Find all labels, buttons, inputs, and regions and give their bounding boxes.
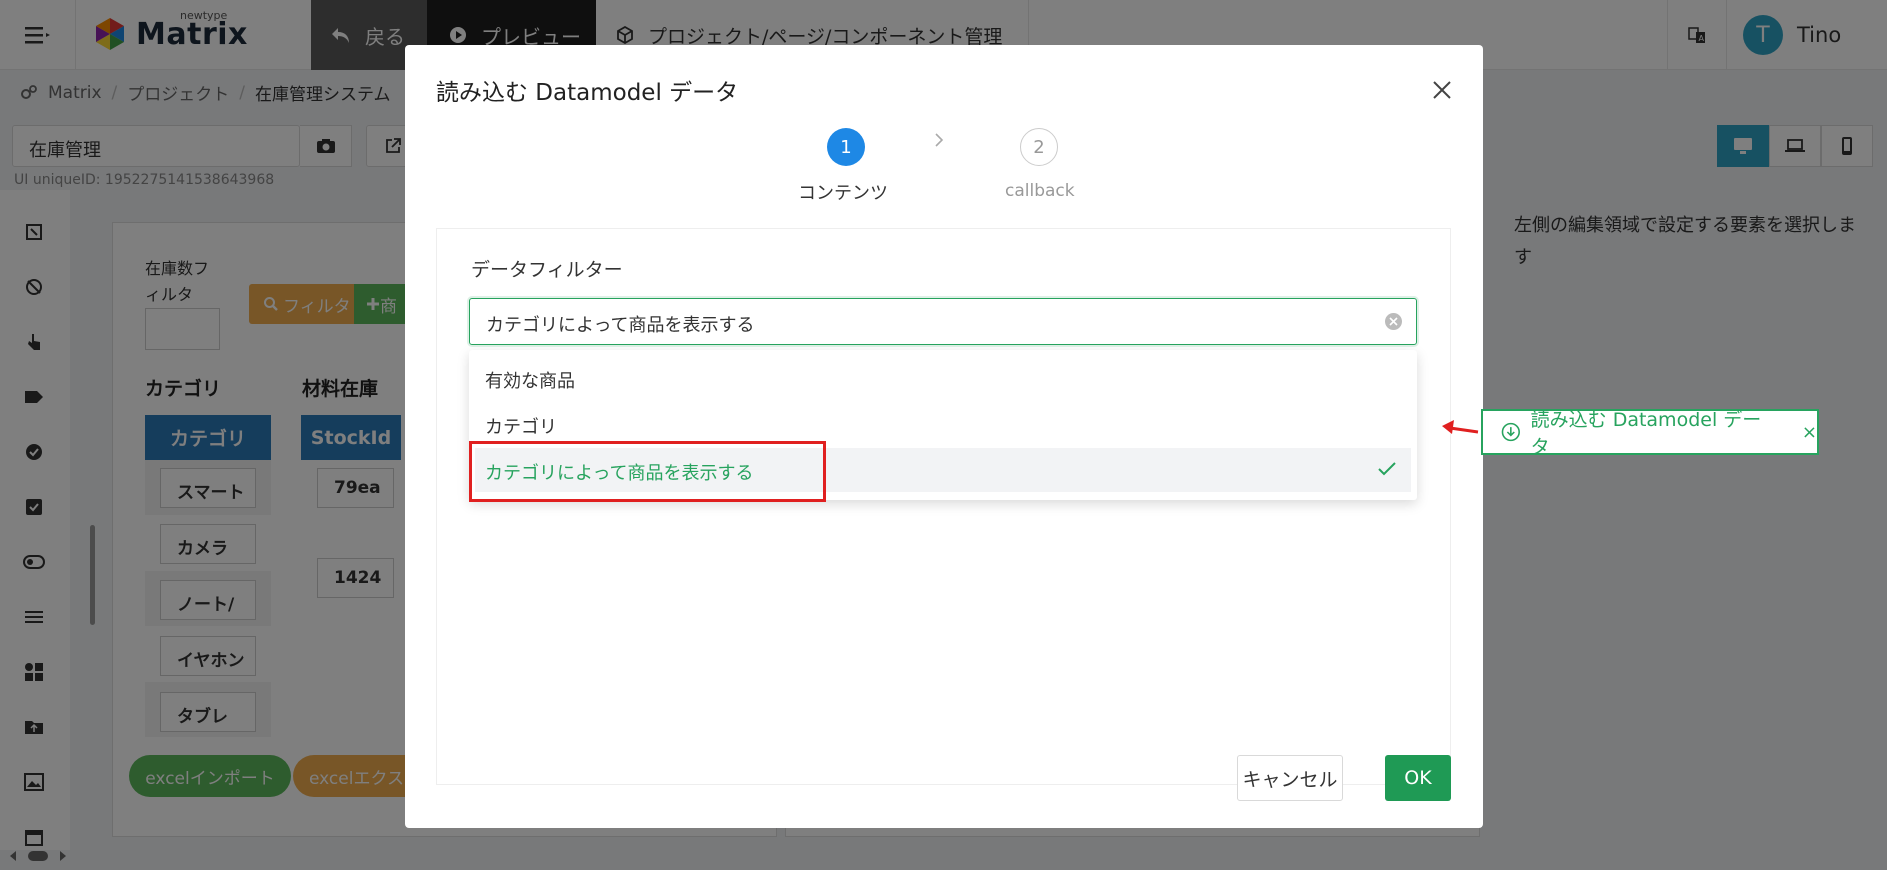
step-2-label: callback (1005, 181, 1075, 201)
cancel-button[interactable]: キャンセル (1237, 755, 1343, 801)
tag-close-button[interactable]: × (1802, 422, 1817, 443)
step-1-indicator: 1 (827, 128, 865, 166)
data-filter-label: データフィルター (471, 259, 623, 281)
download-circle-icon (1501, 422, 1520, 442)
highlight-annotation-box (469, 441, 826, 502)
ok-button[interactable]: OK (1385, 755, 1451, 801)
dialog-title: 読み込む Datamodel データ (436, 80, 739, 106)
dropdown-option[interactable]: カテゴリ (469, 402, 1417, 446)
step-1-label: コンテンツ (798, 183, 888, 204)
checkmark-icon (1378, 462, 1396, 476)
step-2-indicator: 2 (1020, 128, 1058, 166)
data-filter-select[interactable]: カテゴリによって商品を表示する (469, 298, 1417, 345)
tag-label: 読み込む Datamodel データ (1530, 409, 1762, 458)
clear-selection-icon[interactable] (1385, 313, 1402, 330)
close-icon (1433, 81, 1451, 99)
chevron-right-icon (935, 133, 944, 147)
datamodel-tag[interactable]: 読み込む Datamodel データ × (1481, 409, 1819, 458)
dropdown-option[interactable]: 有効な商品 (469, 356, 1417, 400)
close-button[interactable] (1427, 75, 1457, 105)
annotation-arrow (1442, 420, 1479, 434)
